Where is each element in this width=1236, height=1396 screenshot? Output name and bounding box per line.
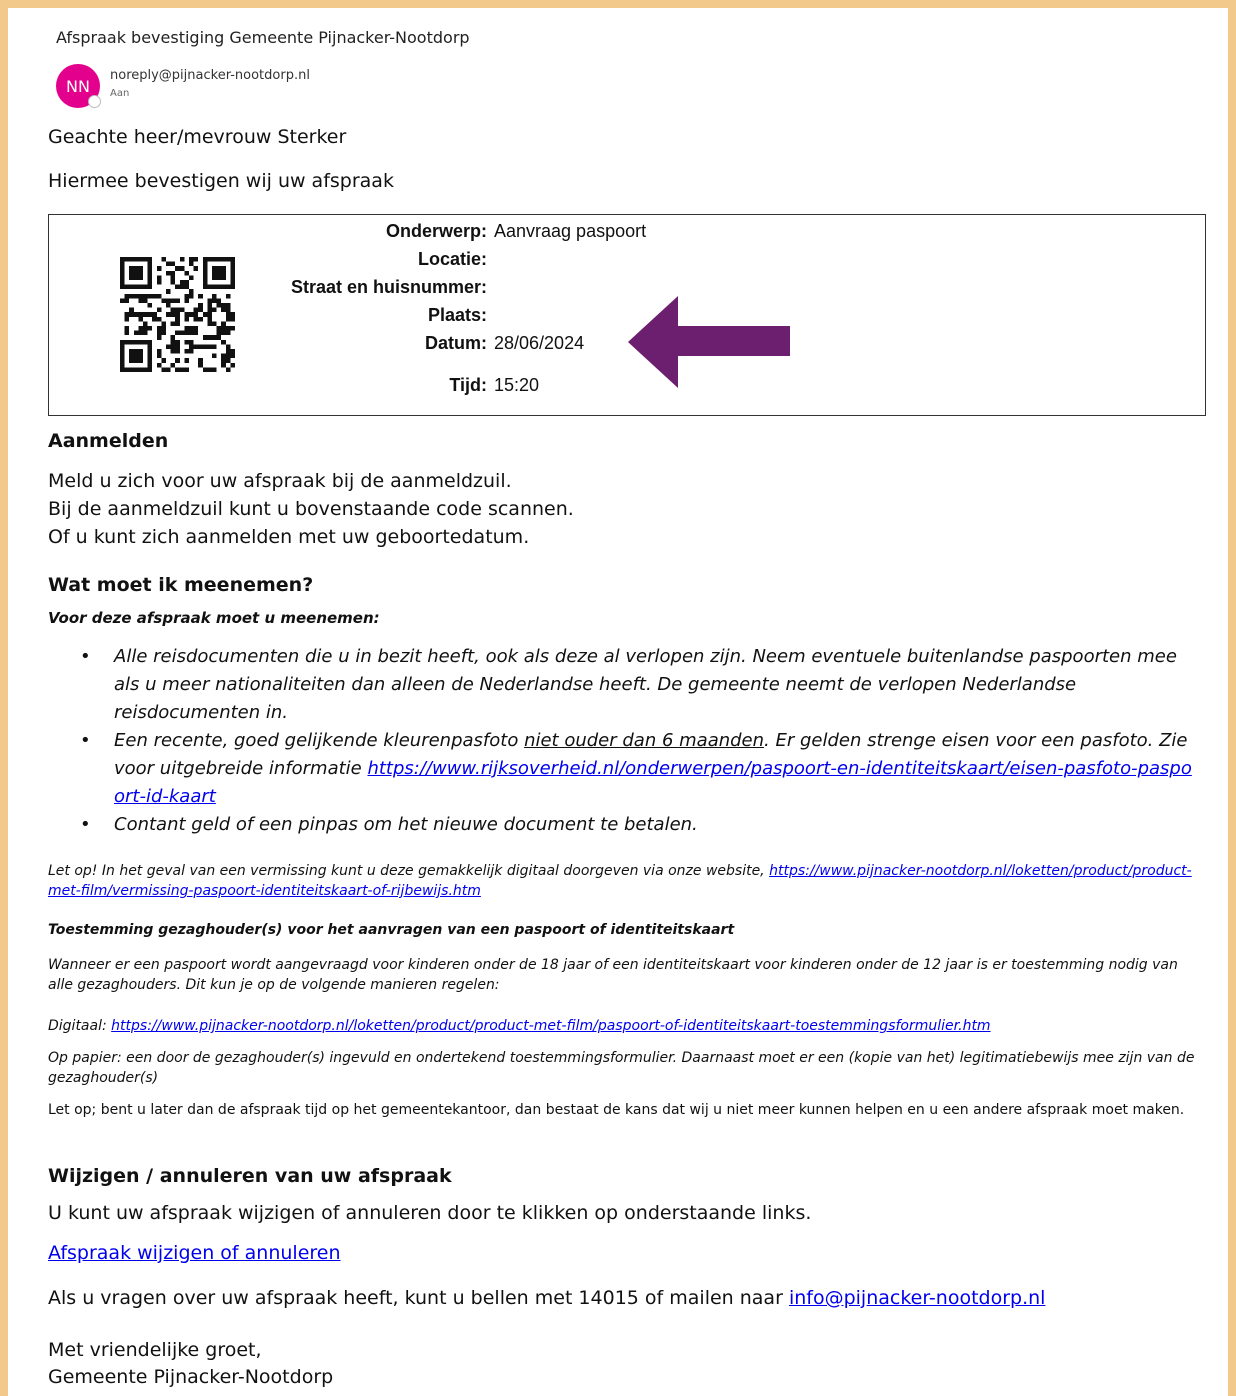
qr-code-icon [120,257,235,372]
tijd-value: 15:20 [494,375,540,395]
contact-paragraph: Als u vragen over uw afspraak heeft, kun… [48,1287,1045,1309]
meenemen-subheading: Voor deze afspraak moet u meenemen: [48,609,380,627]
aanmelden-line-2: Bij de aanmeldzuil kunt u bovenstaande c… [48,498,574,520]
intro-text: Hiermee bevestigen wij uw afspraak [48,170,394,192]
digitaal-label: Digitaal: [48,1018,112,1034]
onderwerp-label: Onderwerp: [385,221,487,241]
wijzigen-text: U kunt uw afspraak wijzigen of annuleren… [48,1202,812,1224]
meenemen-list: Alle reisdocumenten die u in bezit heeft… [48,643,1200,839]
toestemming-text: Wanneer er een paspoort wordt aangevraag… [48,957,1178,993]
list-item: Contant geld of een pinpas om het nieuwe… [48,811,1200,839]
arrow-left-icon [628,296,790,388]
letop-text: Let op! In het geval van een vermissing … [48,863,770,879]
toestemming-link[interactable]: https://www.pijnacker-nootdorp.nl/lokett… [111,1018,990,1034]
datum-value: 28/06/2024 [494,333,585,353]
wijzigen-link[interactable]: Afspraak wijzigen of annuleren [48,1242,341,1264]
email-link[interactable]: info@pijnacker-nootdorp.nl [789,1287,1046,1309]
bullet-betalen: Contant geld of een pinpas om het nieuwe… [114,814,698,835]
list-item: Alle reisdocumenten die u in bezit heeft… [48,643,1200,727]
aanmelden-heading: Aanmelden [48,430,169,452]
letop-paragraph: Let op! In het geval van een vermissing … [48,861,1200,901]
sender-address[interactable]: noreply@pijnacker-nootdorp.nl [110,68,310,83]
to-label: Aan [110,88,130,99]
greeting: Geachte heer/mevrouw Sterker [48,126,347,148]
presence-status-icon [88,95,101,108]
email-subject: Afspraak bevestiging Gemeente Pijnacker-… [56,28,470,47]
laat-text: Let op; bent u later dan de afspraak tij… [48,1102,1185,1118]
papier-text: Op papier: een door de gezaghouder(s) in… [48,1050,1195,1086]
wijzigen-heading: Wijzigen / annuleren van uw afspraak [48,1165,452,1187]
aanmelden-line-1: Meld u zich voor uw afspraak bij de aanm… [48,470,512,492]
plaats-label: Plaats: [427,305,487,325]
closing-signature: Gemeente Pijnacker-Nootdorp [48,1366,334,1388]
avatar-initials: NN [66,76,90,96]
toestemming-heading: Toestemming gezaghouder(s) voor het aanv… [48,922,735,938]
contact-text: Als u vragen over uw afspraak heeft, kun… [48,1287,789,1309]
bullet-pasfoto-underline: niet ouder dan 6 maanden [524,730,765,751]
datum-label: Datum: [425,333,487,353]
aanmelden-line-3: Of u kunt zich aanmelden met uw geboorte… [48,526,530,548]
straat-label: Straat en huisnummer: [290,277,487,297]
list-item: Een recente, goed gelijkende kleurenpasf… [48,727,1200,811]
onderwerp-value: Aanvraag paspoort [494,221,647,241]
bullet-reisdocumenten: Alle reisdocumenten die u in bezit heeft… [114,646,1177,723]
closing-greeting: Met vriendelijke groet, [48,1339,262,1361]
tijd-label: Tijd: [449,375,487,395]
digitaal-paragraph: Digitaal: https://www.pijnacker-nootdorp… [48,1016,1200,1036]
meenemen-heading: Wat moet ik meenemen? [48,574,314,596]
bullet-pasfoto-a: Een recente, goed gelijkende kleurenpasf… [114,730,525,751]
locatie-label: Locatie: [417,249,487,269]
